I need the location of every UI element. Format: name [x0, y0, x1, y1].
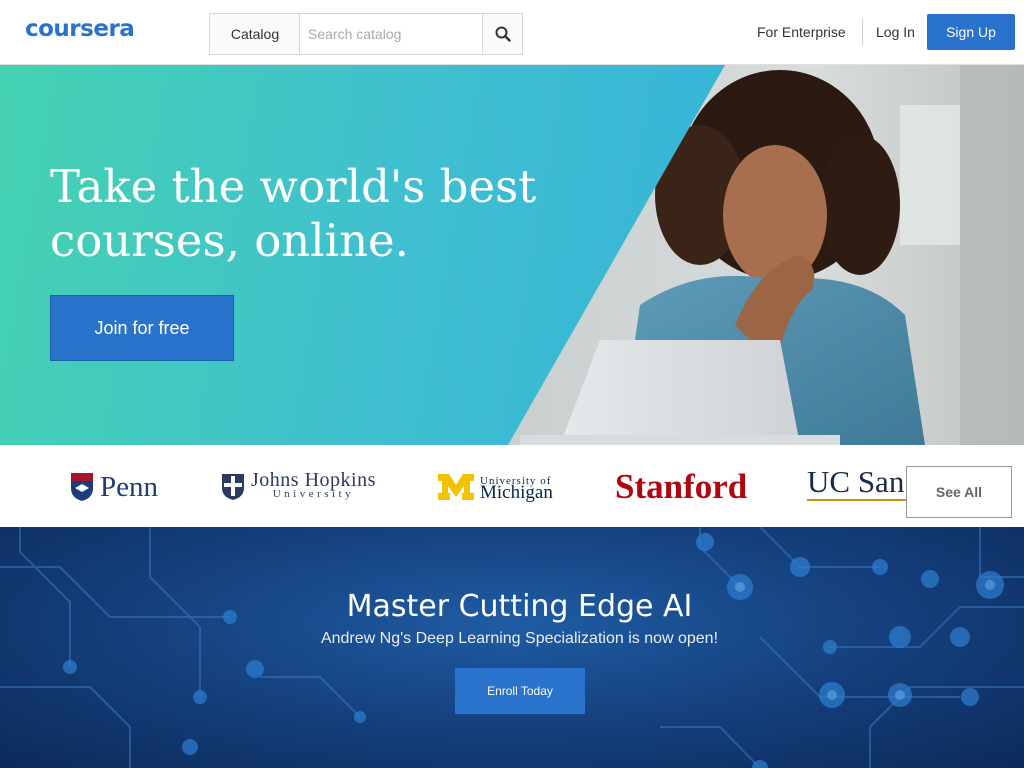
coursera-logo[interactable]: coursera — [25, 16, 135, 42]
search-icon — [495, 26, 511, 42]
enroll-today-button[interactable]: Enroll Today — [455, 668, 585, 714]
michigan-logo[interactable]: University of Michigan — [438, 467, 553, 507]
stanford-logo[interactable]: Stanford — [615, 467, 747, 507]
penn-logo[interactable]: Penn — [70, 467, 158, 507]
search-button[interactable] — [482, 13, 523, 55]
hero-banner: Take the world's best courses, online. J… — [0, 65, 1024, 445]
for-enterprise-link[interactable]: For Enterprise — [757, 24, 846, 40]
promo-subtitle: Andrew Ng's Deep Learning Specialization… — [320, 630, 719, 647]
join-for-free-button[interactable]: Join for free — [50, 295, 234, 361]
signup-button[interactable]: Sign Up — [927, 14, 1015, 50]
jhu-shield-icon — [222, 474, 244, 500]
michigan-block-m-icon — [438, 474, 474, 500]
johns-hopkins-logo[interactable]: Johns Hopkins University — [221, 467, 376, 507]
partner-logos-bar: Penn Johns Hopkins University University… — [0, 445, 1024, 527]
ai-promo-banner: Master Cutting Edge AI Andrew Ng's Deep … — [0, 527, 1024, 768]
promo-title: Master Cutting Edge AI — [346, 589, 693, 624]
see-all-partners-button[interactable]: See All — [906, 466, 1012, 518]
michigan-name: Michigan — [480, 482, 553, 503]
jhu-name: Johns Hopkins — [251, 469, 376, 491]
nav-divider — [862, 19, 863, 45]
penn-shield-icon — [71, 473, 93, 501]
hero-title: Take the world's best courses, online. — [50, 160, 537, 267]
top-header: coursera Catalog For Enterprise Log In S… — [0, 0, 1024, 65]
ucsd-logo[interactable]: UC San Diego — [807, 465, 917, 501]
catalog-button[interactable]: Catalog — [209, 13, 300, 55]
login-link[interactable]: Log In — [876, 24, 915, 40]
penn-name: Penn — [100, 470, 158, 503]
search-input[interactable] — [299, 13, 483, 55]
